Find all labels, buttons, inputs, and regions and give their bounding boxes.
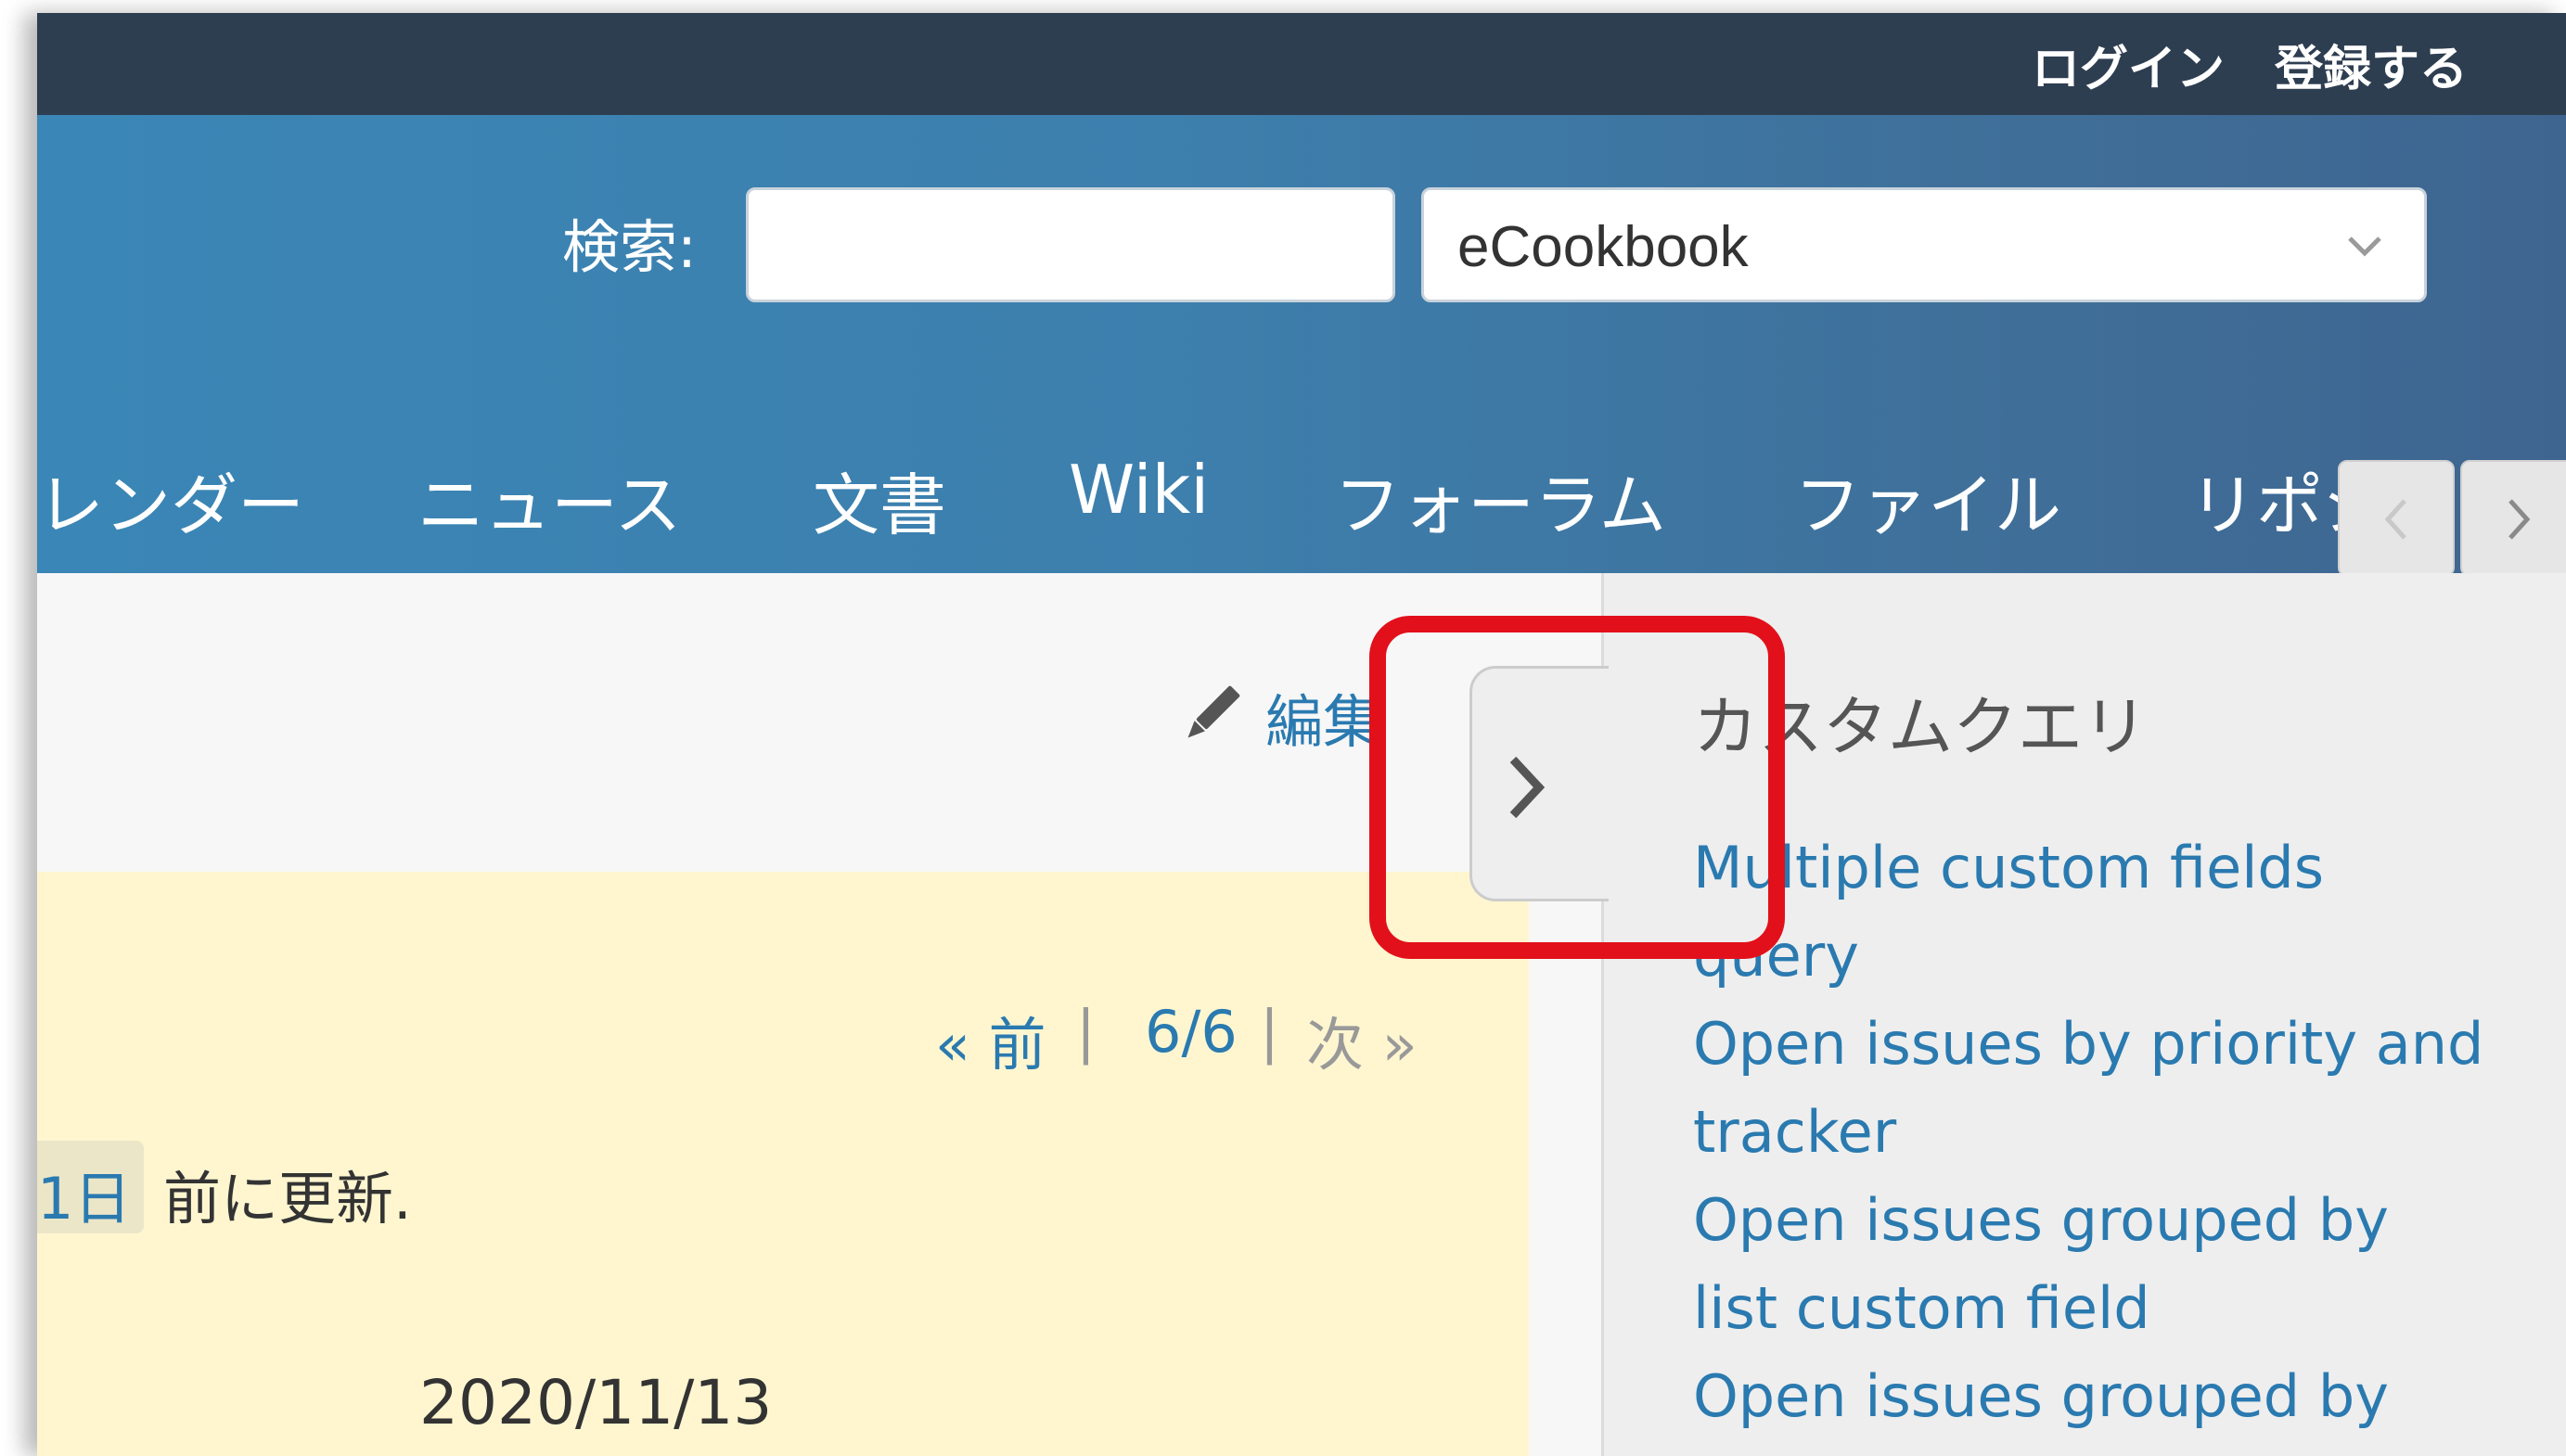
search-label: 検索: (562, 213, 697, 281)
top-bar: ログイン 登録する (37, 13, 2566, 115)
previous-version-link[interactable]: « 前 (935, 998, 1046, 1081)
main-content: 編集 « 前 | 6/6 | 次 » 1日 前に更新. 2020/11/13 (37, 573, 1601, 1456)
custom-query-link[interactable]: Multiple custom fields query (1693, 824, 2491, 1000)
register-link[interactable]: 登録する (2275, 30, 2468, 99)
custom-query-link[interactable]: Open issues by priority and tracker (1693, 1000, 2491, 1176)
search-input[interactable] (746, 187, 1395, 302)
menu-item-documents[interactable]: 文書 (813, 451, 946, 548)
login-link[interactable]: ログイン (2032, 30, 2225, 99)
custom-query-list: Multiple custom fields query Open issues… (1693, 824, 2491, 1456)
highlight-annotation (1369, 616, 1785, 959)
version-position[interactable]: 6/6 (1145, 998, 1238, 1066)
wiki-version-info: « 前 | 6/6 | 次 » 1日 前に更新. 2020/11/13 (37, 872, 1529, 1456)
chevron-down-icon (2348, 236, 2381, 257)
browser-page: ログイン 登録する 検索: eCookbook レンダー ニュース 文書 Wik… (37, 13, 2566, 1456)
project-header: 検索: eCookbook レンダー ニュース 文書 Wiki フォーラム ファ… (37, 115, 2566, 577)
pager-separator: | (1076, 998, 1096, 1066)
pager-separator: | (1260, 998, 1279, 1066)
custom-query-link[interactable]: Open issues grouped by list custom field (1693, 1176, 2491, 1352)
version-date: 2020/11/13 (419, 1367, 773, 1438)
project-select-value: eCookbook (1457, 215, 1749, 279)
menu-item-news[interactable]: ニュース (417, 451, 681, 548)
menu-item-forums[interactable]: フォーラム (1334, 451, 1666, 548)
menu-item-wiki[interactable]: Wiki (1069, 451, 1209, 529)
menu-item-calendar[interactable]: レンダー (37, 451, 304, 548)
edit-link[interactable]: 編集 (1265, 675, 1380, 759)
project-jump-select[interactable]: eCookbook (1421, 187, 2427, 302)
updated-time-link[interactable]: 1日 (37, 1141, 145, 1233)
next-version-link: 次 » (1306, 1011, 1418, 1079)
menu-item-files[interactable]: ファイル (1794, 451, 2061, 548)
updated-text: 前に更新. (163, 1165, 412, 1232)
chevron-left-icon (2384, 499, 2406, 540)
tabs-scroll-left-button[interactable] (2338, 460, 2455, 577)
custom-query-link[interactable]: Open issues grouped by tracker (1693, 1352, 2491, 1456)
tabs-scroll-right-button[interactable] (2460, 460, 2566, 577)
pencil-icon (1187, 685, 1240, 738)
chevron-right-icon (2508, 499, 2531, 540)
